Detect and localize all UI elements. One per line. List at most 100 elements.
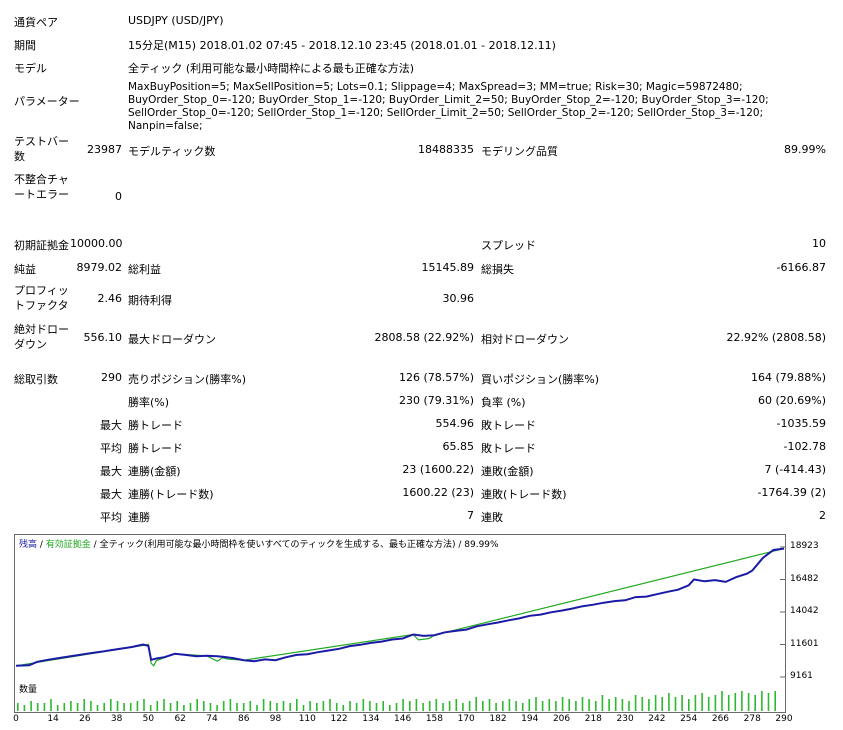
short-positions-value: 126 (78.57%)	[398, 371, 474, 384]
params-value: MaxBuyPosition=5; MaxSellPosition=5; Lot…	[128, 81, 769, 132]
model-quality-value: 89.99%	[784, 143, 826, 156]
avg-loss-value: -102.78	[783, 440, 826, 453]
volume-bar	[694, 695, 697, 711]
volume-bar	[149, 705, 152, 711]
volume-bar	[714, 695, 717, 711]
volume-bar	[23, 705, 26, 711]
x-tick-label: 218	[584, 714, 602, 724]
volume-bar	[628, 701, 630, 711]
volume-bar	[189, 703, 192, 711]
largest-win-label: 勝トレード	[128, 419, 183, 432]
volume-bar	[515, 701, 517, 711]
volume-bar	[103, 703, 105, 711]
long-positions-label: 買いポジション(勝率%)	[481, 373, 600, 386]
volume-bar	[236, 703, 238, 711]
volume-bar	[455, 699, 458, 711]
volume-bar	[50, 699, 52, 711]
consec-profit-value: 1600.22 (23)	[402, 486, 474, 499]
avg-consec-losses-label: 連敗	[481, 511, 503, 524]
volume-bar	[561, 697, 564, 711]
net-profit-label: 純益	[14, 263, 36, 276]
volume-bar	[734, 693, 737, 711]
pair-value: USDJPY (USD/JPY)	[128, 14, 224, 27]
x-tick-label: 0	[13, 714, 19, 724]
volume-bar	[382, 701, 384, 711]
params-label: パラメーター	[14, 95, 80, 108]
volume-bar	[654, 695, 657, 711]
volume-bar	[123, 703, 125, 711]
x-tick-label: 146	[394, 714, 412, 724]
x-tick-label: 158	[425, 714, 444, 724]
abs-drawdown-value: 556.10	[83, 331, 123, 344]
x-tick-label: 290	[775, 714, 793, 724]
max-row-label: 最大	[100, 488, 122, 501]
volume-bar	[541, 701, 544, 711]
volume-bar	[468, 701, 471, 711]
x-tick-label: 122	[330, 714, 348, 724]
volume-bar	[229, 699, 232, 711]
volume-bar	[409, 701, 411, 711]
y-tick-label: 11601	[790, 638, 819, 649]
volume-bar	[634, 695, 637, 711]
volume-bar	[163, 699, 165, 711]
avg-row-label: 平均	[100, 511, 122, 524]
x-tick-label: 74	[206, 714, 218, 724]
volume-bar	[329, 699, 331, 711]
volume-bar	[70, 701, 72, 711]
spread-value: 10	[812, 237, 826, 250]
consec-losses-label: 連敗(金額)	[481, 465, 534, 478]
x-tick-label: 134	[362, 714, 380, 724]
y-tick-label: 14042	[790, 606, 819, 616]
volume-bar	[727, 695, 730, 711]
max-drawdown-label: 最大ドローダウン	[128, 333, 216, 346]
volume-bar	[56, 705, 59, 711]
gross-profit-value: 15145.89	[421, 261, 475, 274]
volume-bar	[276, 703, 278, 711]
volume-bar	[581, 697, 584, 711]
volume-bar	[30, 701, 32, 711]
volume-bar	[648, 699, 650, 711]
volume-bar	[176, 701, 178, 711]
volume-bar	[428, 701, 431, 711]
volume-chart: 数量	[14, 682, 786, 713]
x-tick-label: 98	[269, 714, 282, 724]
x-tick-label: 38	[110, 714, 123, 724]
x-tick-label: 242	[648, 714, 666, 724]
volume-bar	[116, 701, 119, 711]
avg-consec-wins-label: 連勝	[128, 511, 150, 524]
volume-bar	[110, 699, 112, 711]
volume-bar	[242, 703, 245, 711]
period-value: 15分足(M15) 2018.01.02 07:45 - 2018.12.10 …	[128, 39, 556, 52]
x-tick-label: 230	[616, 714, 634, 724]
x-tick-label: 206	[552, 714, 571, 724]
x-tick-label: 110	[298, 714, 316, 724]
volume-bar	[568, 699, 570, 711]
volume-bar	[63, 703, 66, 711]
x-tick-label: 194	[521, 714, 539, 724]
test-bars-value: 23987	[87, 143, 122, 156]
volume-bar	[76, 703, 79, 711]
volume-bar	[482, 701, 484, 711]
max-row-label: 最大	[100, 419, 122, 432]
volume-bar	[389, 705, 391, 711]
volume-bar	[488, 699, 491, 711]
x-tick-label: 170	[457, 714, 475, 724]
volume-bar	[296, 699, 298, 711]
volume-bar	[548, 699, 551, 711]
balance-line	[15, 547, 785, 667]
model-value: 全ティック (利用可能な最小時間枠による最も正確な方法)	[128, 62, 415, 75]
volume-bar	[641, 697, 644, 711]
max-drawdown-value: 2808.58 (22.92%)	[374, 331, 474, 344]
volume-bar	[282, 701, 285, 711]
max-row-label: 最大	[100, 465, 122, 478]
volume-bar	[169, 703, 172, 711]
x-tick-label: 86	[238, 714, 250, 724]
volume-bar	[774, 691, 776, 711]
balance-chart: 残高 / 有効証拠金 / 全ティック(利用可能な最小時間枠を使いすべてのティック…	[14, 534, 786, 684]
volume-bar	[661, 697, 663, 711]
volume-bar	[442, 703, 444, 711]
volume-bar	[495, 703, 497, 711]
spread-label: スプレッド	[481, 239, 536, 252]
volume-bar	[701, 693, 703, 711]
expected-payoff-label: 期待利得	[128, 294, 172, 307]
